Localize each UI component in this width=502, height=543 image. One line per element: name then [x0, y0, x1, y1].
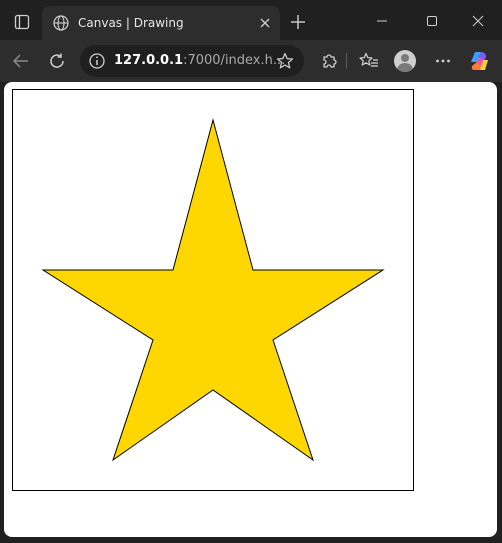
title-bar: Canvas | Drawing	[0, 0, 502, 44]
avatar-body	[397, 63, 413, 72]
url-path: :7000/index.h...	[183, 53, 286, 68]
browser-toolbar: 127.0.0.1:7000/index.h...	[0, 40, 502, 82]
tab-close-button[interactable]	[256, 14, 274, 32]
info-icon[interactable]	[88, 52, 106, 70]
avatar	[394, 50, 416, 72]
reload-icon	[50, 53, 64, 68]
toolbar-divider	[346, 53, 347, 69]
url-text[interactable]: 127.0.0.1:7000/index.h...	[114, 52, 285, 70]
reload-button[interactable]	[44, 48, 70, 74]
extensions-button[interactable]	[316, 48, 342, 74]
tab-actions-icon	[14, 14, 30, 30]
ellipsis-icon	[436, 59, 450, 63]
window-close-button[interactable]	[458, 6, 498, 36]
plus-icon	[291, 15, 305, 29]
copilot-icon	[471, 52, 488, 70]
close-icon	[472, 15, 484, 27]
maximize-icon	[427, 16, 437, 26]
favorite-star-icon[interactable]	[276, 52, 294, 70]
maximize-button[interactable]	[412, 6, 452, 36]
back-button[interactable]	[8, 48, 34, 74]
address-bar[interactable]: 127.0.0.1:7000/index.h...	[80, 45, 304, 77]
browser-window: Canvas | Drawing 127.0.0.1:7000/index.h.…	[0, 0, 502, 543]
copilot-button[interactable]	[466, 48, 492, 74]
minimize-icon	[377, 20, 387, 22]
more-options-button[interactable]	[430, 48, 456, 74]
favorites-button[interactable]	[356, 48, 382, 74]
minimize-button[interactable]	[362, 6, 402, 36]
puzzle-icon	[323, 54, 337, 68]
favorites-icon	[359, 52, 378, 67]
star-shape	[41, 118, 385, 462]
url-host: 127.0.0.1	[114, 53, 184, 68]
canvas-svg	[41, 118, 385, 462]
page-viewport	[4, 82, 497, 537]
close-icon	[260, 18, 270, 28]
browser-tab[interactable]: Canvas | Drawing	[42, 6, 280, 40]
new-tab-button[interactable]	[286, 10, 310, 34]
globe-icon	[53, 15, 69, 31]
profile-button[interactable]	[392, 48, 418, 74]
tab-actions-button[interactable]	[8, 8, 36, 36]
avatar-head	[401, 54, 409, 62]
arrow-left-icon	[12, 54, 28, 68]
tab-title: Canvas | Drawing	[78, 16, 184, 30]
drawing-canvas[interactable]	[12, 89, 414, 491]
